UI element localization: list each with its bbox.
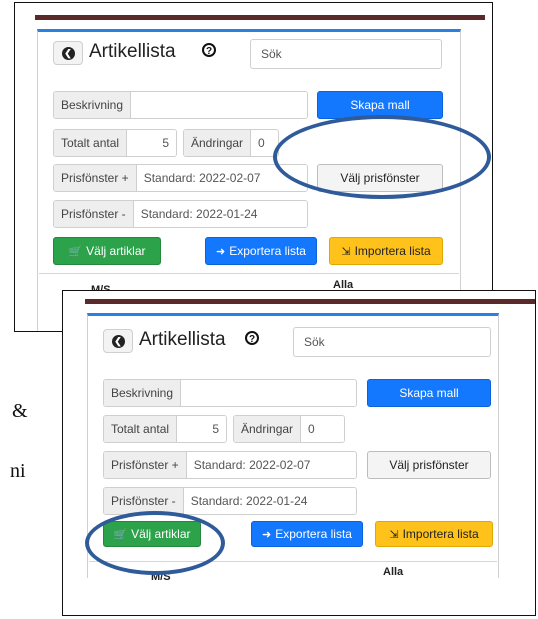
importera-lista-button[interactable]: ⇲ Importera lista [375, 521, 493, 547]
window-header-bar [85, 299, 535, 304]
andringar-field: Ändringar 0 [233, 415, 345, 443]
page-title: Artikellista [89, 41, 176, 62]
prisfonster-minus-field[interactable]: Prisfönster - Standard: 2022-01-24 [53, 200, 308, 228]
importera-lista-button[interactable]: ⇲ Importera lista [329, 237, 443, 265]
table-divider [39, 273, 459, 274]
cart-icon: 🛒 [68, 245, 83, 258]
importera-lista-label: Importera lista [354, 244, 431, 258]
beskrivning-label: Beskrivning [104, 380, 182, 406]
exportera-lista-button[interactable]: ➜ Exportera lista [251, 521, 363, 547]
prisfonster-plus-field[interactable]: Prisfönster + Standard: 2022-02-07 [103, 451, 357, 479]
highlight-ring-prisfonster [273, 115, 491, 199]
screenshot-bottom: ❮ Artikellista ? Sök Beskrivning Skapa m… [62, 290, 536, 616]
importera-lista-label: Importera lista [402, 527, 479, 541]
back-button[interactable]: ❮ [103, 329, 133, 353]
page-title: Artikellista [139, 329, 226, 350]
column-header-alla: Alla [383, 566, 404, 578]
exportera-lista-label: Exportera lista [275, 527, 352, 541]
andringar-value: 0 [301, 416, 344, 442]
export-icon: ➜ [262, 528, 272, 541]
prisfonster-plus-field[interactable]: Prisfönster + Standard: 2022-02-07 [53, 164, 308, 192]
prisfonster-minus-label: Prisfönster - [54, 201, 134, 227]
back-button[interactable]: ❮ [53, 41, 83, 65]
back-arrow-icon: ❮ [111, 334, 125, 348]
export-icon: ➜ [216, 245, 226, 258]
andringar-label: Ändringar [234, 416, 302, 442]
exportera-lista-button[interactable]: ➜ Exportera lista [205, 237, 317, 265]
exportera-lista-label: Exportera lista [229, 244, 306, 258]
valj-prisfonster-button[interactable]: Välj prisfönster [367, 451, 491, 479]
ampersand-text: & [12, 400, 28, 422]
totalt-antal-field: Totalt antal 5 [103, 415, 227, 443]
valj-artiklar-button[interactable]: 🛒 Välj artiklar [53, 237, 161, 265]
screenshot-top: ❮ Artikellista ? Sök Beskrivning Skapa m… [14, 2, 493, 332]
prisfonster-minus-value[interactable]: Standard: 2022-01-24 [183, 488, 356, 514]
totalt-antal-value: 5 [127, 130, 176, 156]
help-icon[interactable]: ? [202, 43, 216, 57]
prisfonster-plus-label: Prisfönster + [104, 452, 187, 478]
totalt-antal-label: Totalt antal [54, 130, 128, 156]
import-icon: ⇲ [389, 528, 399, 541]
prisfonster-plus-value[interactable]: Standard: 2022-02-07 [186, 452, 356, 478]
beskrivning-field[interactable]: Beskrivning [103, 379, 357, 407]
beskrivning-value[interactable] [181, 380, 356, 406]
valj-artiklar-label: Välj artiklar [86, 244, 146, 258]
beskrivning-label: Beskrivning [54, 92, 132, 118]
beskrivning-value[interactable] [131, 92, 307, 118]
search-input[interactable]: Sök [293, 327, 491, 357]
back-arrow-icon: ❮ [61, 46, 75, 60]
totalt-antal-field: Totalt antal 5 [53, 129, 177, 157]
prisfonster-minus-label: Prisfönster - [104, 488, 184, 514]
ni-text: ni [10, 460, 26, 482]
prisfonster-plus-label: Prisfönster + [54, 165, 137, 191]
window-header-bar [35, 15, 485, 20]
search-input[interactable]: Sök [250, 39, 442, 69]
beskrivning-field[interactable]: Beskrivning [53, 91, 308, 119]
totalt-antal-label: Totalt antal [104, 416, 178, 442]
skapa-mall-button[interactable]: Skapa mall [367, 379, 491, 407]
help-icon[interactable]: ? [245, 331, 259, 345]
import-icon: ⇲ [341, 245, 351, 258]
andringar-label: Ändringar [184, 130, 252, 156]
highlight-ring-valj-artiklar [85, 511, 225, 575]
andringar-field: Ändringar 0 [183, 129, 279, 157]
prisfonster-minus-value[interactable]: Standard: 2022-01-24 [133, 201, 307, 227]
totalt-antal-value: 5 [177, 416, 226, 442]
